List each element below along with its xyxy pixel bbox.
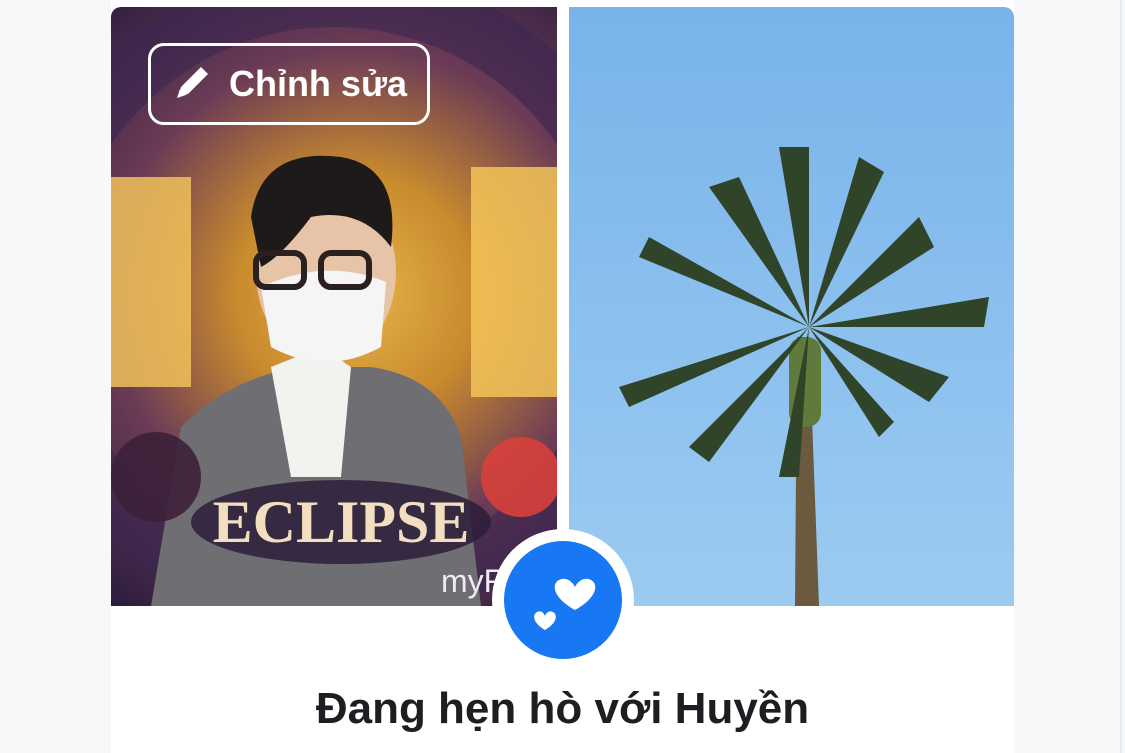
- hearts-icon: [504, 541, 622, 659]
- relationship-status: Đang hẹn hò với Huyền: [315, 684, 810, 733]
- right-edge-divider: [1120, 0, 1122, 753]
- right-photo-art: [619, 147, 989, 606]
- pencil-icon: [171, 60, 215, 109]
- relationship-badge: [492, 529, 634, 671]
- edit-button-label: Chỉnh sửa: [228, 63, 408, 104]
- right-profile-photo[interactable]: [569, 7, 1014, 606]
- svg-text:ECLIPSE: ECLIPSE: [213, 489, 470, 555]
- edit-button[interactable]: Chỉnh sửa: [148, 43, 430, 125]
